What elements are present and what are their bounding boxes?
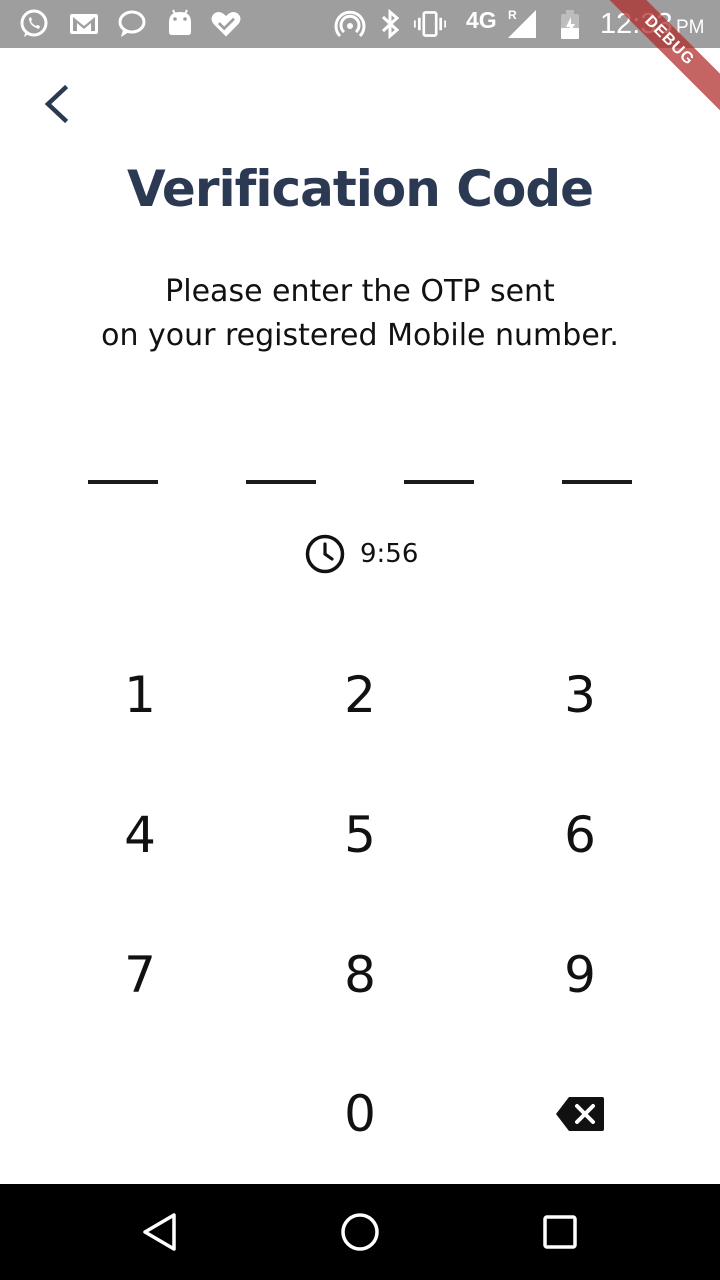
verification-screen: 4G R 12:33 PM DEBUG Verification Code Pl… (0, 0, 720, 1280)
key-1[interactable]: 1 (60, 645, 220, 745)
otp-timer: 9:56 (304, 533, 418, 575)
otp-digit-value (562, 440, 632, 480)
battery-icon (561, 10, 579, 39)
key-6[interactable]: 6 (500, 785, 660, 885)
android-icon (169, 9, 191, 35)
bluetooth-icon (381, 8, 400, 40)
recents-square-icon (543, 1215, 577, 1249)
clock-icon (305, 534, 345, 574)
key-9[interactable]: 9 (500, 925, 660, 1025)
otp-underline (562, 480, 632, 484)
key-2[interactable]: 2 (280, 645, 440, 745)
back-button[interactable] (28, 76, 84, 132)
backspace-button[interactable] (500, 1064, 660, 1164)
status-bar: 4G R 12:33 PM DEBUG (0, 0, 720, 118)
key-7[interactable]: 7 (60, 925, 220, 1025)
otp-digit-1[interactable] (88, 440, 158, 484)
instructions-text: Please enter the OTP sent on your regist… (0, 270, 720, 358)
backspace-icon (556, 1097, 604, 1131)
home-circle-icon (341, 1213, 379, 1251)
key-3[interactable]: 3 (500, 645, 660, 745)
timer-remaining: 9:56 (360, 539, 419, 569)
gmail-icon (70, 14, 98, 34)
whatsapp-icon (20, 9, 48, 37)
key-4[interactable]: 4 (60, 785, 220, 885)
otp-digit-4[interactable] (562, 440, 632, 484)
otp-digit-value (88, 440, 158, 480)
chat-bubble-icon (118, 10, 146, 37)
chevron-left-icon (44, 84, 69, 124)
network-type-label: 4G (466, 7, 497, 33)
system-nav-bar (0, 1184, 720, 1280)
key-8[interactable]: 8 (280, 925, 440, 1025)
key-0[interactable]: 0 (280, 1064, 440, 1164)
vibrate-icon (414, 11, 446, 37)
otp-digit-3[interactable] (404, 440, 474, 484)
otp-digit-2[interactable] (246, 440, 316, 484)
otp-underline (404, 480, 474, 484)
signal-icon (508, 10, 536, 38)
otp-digit-value (246, 440, 316, 480)
nav-home-button[interactable] (336, 1208, 384, 1256)
nav-recents-button[interactable] (536, 1208, 584, 1256)
instructions-line-2: on your registered Mobile number. (101, 318, 619, 353)
otp-underline (246, 480, 316, 484)
page-title: Verification Code (126, 160, 594, 218)
key-5[interactable]: 5 (280, 785, 440, 885)
otp-digit-value (404, 440, 474, 480)
otp-underline (88, 480, 158, 484)
nav-back-button[interactable] (136, 1208, 184, 1256)
heart-check-icon (211, 12, 241, 37)
instructions-line-1: Please enter the OTP sent (165, 274, 555, 309)
hotspot-icon (334, 10, 366, 38)
back-triangle-icon (143, 1213, 176, 1251)
